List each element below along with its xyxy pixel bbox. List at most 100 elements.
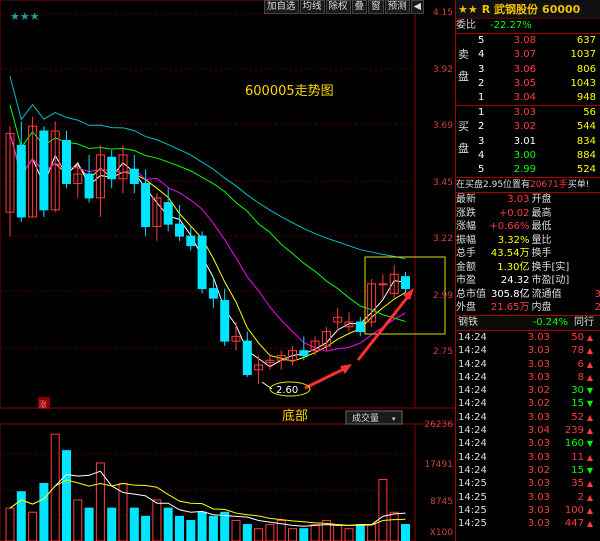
- low-marker-pointer: [261, 381, 273, 390]
- volume-bar: [39, 483, 49, 541]
- volume-bar: [378, 478, 388, 541]
- sector-more-link[interactable]: 同行: [568, 316, 594, 330]
- order-row[interactable]: 3 3.06 806: [456, 63, 600, 77]
- candle: [186, 226, 196, 251]
- order-row[interactable]: 5 2.99 524: [456, 163, 600, 177]
- candle: [208, 276, 218, 308]
- volume-bar: [84, 507, 94, 541]
- order-row[interactable]: 1 3.04 948: [456, 91, 600, 105]
- watch-stars: ★★★: [10, 10, 40, 23]
- y-tick: 2.99: [432, 291, 453, 301]
- up-arrow-icon: ▲: [586, 505, 594, 515]
- tick-row: 14:24 3.02 15 ▼: [456, 397, 600, 410]
- up-arrow-icon: ▲: [586, 519, 594, 529]
- volume-bar: [175, 515, 184, 541]
- down-arrow-icon: ▼: [586, 465, 594, 475]
- down-arrow-icon: ▼: [586, 439, 594, 449]
- volume-bar: [367, 524, 377, 541]
- tick-row: 14:24 3.03 78 ▲: [456, 344, 600, 357]
- tick-row: 14:25 3.03 447 ▲: [456, 517, 600, 530]
- moving-average-lines: [9, 75, 406, 368]
- order-row[interactable]: 4 3.07 1037: [456, 48, 600, 62]
- order-row[interactable]: 3 3.01 834: [456, 135, 600, 149]
- chart-title: 600005走势图: [245, 83, 334, 99]
- candle: [401, 271, 410, 294]
- candle: [95, 145, 105, 217]
- volume-bar: [333, 524, 343, 541]
- candle: [344, 312, 354, 332]
- price-panel-frame: [0, 0, 416, 409]
- low-price-label: 2.60: [276, 385, 298, 396]
- volume-bar: [242, 524, 252, 541]
- forecast-button[interactable]: 预测: [384, 0, 410, 14]
- candle: [310, 336, 320, 356]
- volume-bar: [254, 528, 264, 541]
- volume-bar: [299, 528, 309, 541]
- candle: [107, 150, 117, 189]
- volume-bar: [141, 515, 151, 541]
- sector-row[interactable]: 钢铁 -0.24% 同行: [456, 315, 600, 330]
- collapse-arrow-icon[interactable]: ◀: [410, 0, 424, 14]
- volume-indicator-label: 成交量: [352, 412, 379, 424]
- tick-row: 14:25 3.03 100 ▲: [456, 504, 600, 517]
- candle: [39, 126, 49, 217]
- up-arrow-icon: ▲: [586, 372, 594, 382]
- vol-tick: 26236: [424, 420, 453, 430]
- y-tick: 3.69: [432, 121, 453, 131]
- tick-row: 14:24 3.03 52 ▲: [456, 411, 600, 424]
- candle: [152, 193, 162, 241]
- bottom-label: 底部: [282, 408, 308, 424]
- tick-list: 14:24 3.03 50 ▲ 14:24 3.03 78 ▲ 14:24 3.03 6 ▲ 14:24…: [456, 331, 600, 530]
- candle: [84, 154, 94, 203]
- order-row[interactable]: 5 3.08 637: [456, 34, 600, 48]
- vol-tick: 8745: [430, 497, 453, 507]
- up-arrow-icon: ▲: [586, 346, 594, 356]
- candle: [50, 121, 60, 213]
- volume-bar: [73, 499, 83, 541]
- ma-button[interactable]: 均线: [299, 0, 325, 14]
- weibi-value: -22.27%: [490, 20, 532, 31]
- volume-bar: [28, 511, 38, 541]
- candle: [28, 116, 38, 218]
- volume-bar: [152, 499, 162, 541]
- candle: [129, 154, 139, 194]
- tick-row: 14:24 3.03 50 ▲: [456, 331, 600, 344]
- window-button[interactable]: 窗: [368, 0, 384, 14]
- overlay-button[interactable]: 叠: [351, 0, 368, 14]
- weibi-row: 委比 -22.27%: [456, 19, 600, 33]
- volume-bar: [107, 507, 117, 541]
- order-row[interactable]: 2 3.02 544: [456, 120, 600, 134]
- buy-orders: 买盘 1 3.03 56 2 3.02 544 3 3.01 834 4 3.00 884 5 2.99 52…: [456, 106, 600, 177]
- dropdown-arrow-icon: ▾: [392, 415, 396, 423]
- tick-row: 14:24 3.04 239 ▲: [456, 424, 600, 437]
- candle: [62, 131, 71, 189]
- stat-row: 总市值 305.8亿 流通值 3: [456, 288, 600, 300]
- sell-side-label: 卖盘: [458, 48, 469, 84]
- volume-bar: [401, 524, 410, 541]
- volume-bar: [310, 524, 320, 541]
- sell-orders: 卖盘 5 3.08 637 4 3.07 1037 3 3.06 806 2 3.05 1043 1 3.0…: [456, 34, 600, 105]
- tick-row: 14:24 3.02 30 ▼: [456, 384, 600, 397]
- marquee-row: 在买盘2.95位置有 20671手 买单!: [456, 178, 600, 192]
- order-row[interactable]: 1 3.03 56: [456, 106, 600, 120]
- order-row[interactable]: 4 3.00 884: [456, 149, 600, 163]
- stat-row: 总手 43.54万 换手: [456, 248, 552, 260]
- up-arrow-icon: ▲: [586, 426, 594, 436]
- candle: [197, 231, 207, 294]
- volume-bar: [231, 519, 241, 541]
- up-arrow-icon: ▲: [586, 479, 594, 489]
- order-row[interactable]: 2 3.05 1043: [456, 77, 600, 91]
- volume-bar: [208, 515, 218, 541]
- rating-stars: ★★: [458, 2, 478, 16]
- volume-bar: [163, 507, 173, 541]
- candlestick-chart[interactable]: 2.60 600005走势图 底部 成交量 ▾ 涨 ★★★: [0, 0, 455, 541]
- add-watchlist-button[interactable]: 加自选: [264, 0, 299, 14]
- ex-rights-button[interactable]: 除权: [325, 0, 351, 14]
- stat-row: 最新 3.03 开盘: [456, 194, 552, 206]
- stats-table: 最新 3.03 开盘 涨跌 +0.02 最高 涨幅 +0.66% 最低 振幅 3.32% 量比 总手 43…: [456, 193, 600, 315]
- marquee-tail: 买单!: [567, 180, 590, 191]
- stock-code: 60000: [542, 2, 581, 16]
- volume-bar: [50, 433, 60, 541]
- candle: [265, 355, 275, 370]
- up-arrow-icon: ▲: [586, 452, 594, 462]
